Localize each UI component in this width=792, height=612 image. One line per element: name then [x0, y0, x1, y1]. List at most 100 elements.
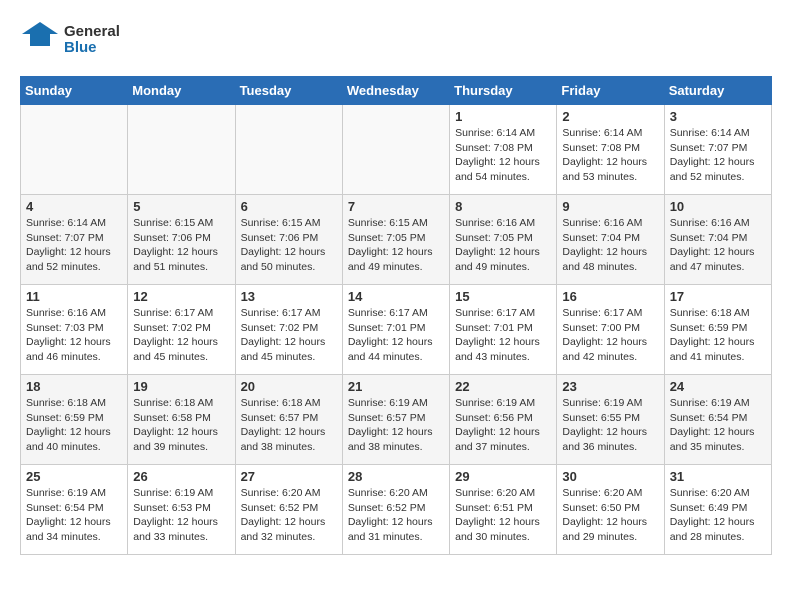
calendar-cell: 26Sunrise: 6:19 AM Sunset: 6:53 PM Dayli… — [128, 465, 235, 555]
calendar-cell: 18Sunrise: 6:18 AM Sunset: 6:59 PM Dayli… — [21, 375, 128, 465]
day-number: 9 — [562, 199, 658, 214]
day-header-tuesday: Tuesday — [235, 77, 342, 105]
week-row-2: 4 Sunrise: 6:14 AM Sunset: 7:07 PM Daylig… — [21, 195, 772, 285]
calendar-cell: 28 Sunrise: 6:20 AM Sunset: 6:52 PM Dayli… — [342, 465, 449, 555]
calendar-cell: 27 Sunrise: 6:20 AM Sunset: 6:52 PM Dayli… — [235, 465, 342, 555]
day-info: Sunrise: 6:15 AM Sunset: 7:06 PM Dayligh… — [241, 216, 337, 275]
calendar-cell: 7Sunrise: 6:15 AM Sunset: 7:05 PM Daylig… — [342, 195, 449, 285]
calendar-cell — [235, 105, 342, 195]
day-info: Sunrise: 6:20 AM Sunset: 6:52 PM Dayligh… — [348, 486, 444, 545]
calendar-cell: 14 Sunrise: 6:17 AM Sunset: 7:01 PM Dayli… — [342, 285, 449, 375]
day-number: 16 — [562, 289, 658, 304]
day-header-sunday: Sunday — [21, 77, 128, 105]
day-info: Sunrise: 6:18 AM Sunset: 6:59 PM Dayligh… — [670, 306, 766, 365]
day-info: Sunrise: 6:16 AM Sunset: 7:04 PM Dayligh… — [562, 216, 658, 275]
calendar-cell: 29Sunrise: 6:20 AM Sunset: 6:51 PM Dayli… — [450, 465, 557, 555]
day-info: Sunrise: 6:20 AM Sunset: 6:49 PM Dayligh… — [670, 486, 766, 545]
day-number: 28 — [348, 469, 444, 484]
day-number: 21 — [348, 379, 444, 394]
calendar-cell: 13 Sunrise: 6:17 AM Sunset: 7:02 PM Dayli… — [235, 285, 342, 375]
day-info: Sunrise: 6:19 AM Sunset: 6:54 PM Dayligh… — [26, 486, 122, 545]
calendar-cell: 6 Sunrise: 6:15 AM Sunset: 7:06 PM Daylig… — [235, 195, 342, 285]
calendar-cell: 9 Sunrise: 6:16 AM Sunset: 7:04 PM Daylig… — [557, 195, 664, 285]
calendar-cell — [342, 105, 449, 195]
calendar-cell: 8Sunrise: 6:16 AM Sunset: 7:05 PM Daylig… — [450, 195, 557, 285]
day-info: Sunrise: 6:14 AM Sunset: 7:08 PM Dayligh… — [562, 126, 658, 185]
day-number: 25 — [26, 469, 122, 484]
calendar-cell: 20 Sunrise: 6:18 AM Sunset: 6:57 PM Dayli… — [235, 375, 342, 465]
day-info: Sunrise: 6:19 AM Sunset: 6:54 PM Dayligh… — [670, 396, 766, 455]
day-info: Sunrise: 6:20 AM Sunset: 6:52 PM Dayligh… — [241, 486, 337, 545]
days-header-row: SundayMondayTuesdayWednesdayThursdayFrid… — [21, 77, 772, 105]
day-info: Sunrise: 6:16 AM Sunset: 7:04 PM Dayligh… — [670, 216, 766, 275]
day-info: Sunrise: 6:15 AM Sunset: 7:06 PM Dayligh… — [133, 216, 229, 275]
calendar-cell: 12 Sunrise: 6:17 AM Sunset: 7:02 PM Dayli… — [128, 285, 235, 375]
day-number: 31 — [670, 469, 766, 484]
day-number: 20 — [241, 379, 337, 394]
day-number: 14 — [348, 289, 444, 304]
day-info: Sunrise: 6:18 AM Sunset: 6:57 PM Dayligh… — [241, 396, 337, 455]
day-header-saturday: Saturday — [664, 77, 771, 105]
day-info: Sunrise: 6:16 AM Sunset: 7:03 PM Dayligh… — [26, 306, 122, 365]
calendar-cell: 15Sunrise: 6:17 AM Sunset: 7:01 PM Dayli… — [450, 285, 557, 375]
day-number: 13 — [241, 289, 337, 304]
logo: GeneralBlue — [20, 20, 120, 60]
calendar-cell: 2Sunrise: 6:14 AM Sunset: 7:08 PM Daylig… — [557, 105, 664, 195]
week-row-5: 25 Sunrise: 6:19 AM Sunset: 6:54 PM Dayli… — [21, 465, 772, 555]
calendar-cell: 19 Sunrise: 6:18 AM Sunset: 6:58 PM Dayli… — [128, 375, 235, 465]
calendar-cell: 16 Sunrise: 6:17 AM Sunset: 7:00 PM Dayli… — [557, 285, 664, 375]
day-info: Sunrise: 6:17 AM Sunset: 7:00 PM Dayligh… — [562, 306, 658, 365]
day-info: Sunrise: 6:19 AM Sunset: 6:57 PM Dayligh… — [348, 396, 444, 455]
day-number: 12 — [133, 289, 229, 304]
day-info: Sunrise: 6:17 AM Sunset: 7:02 PM Dayligh… — [133, 306, 229, 365]
calendar-cell: 3 Sunrise: 6:14 AM Sunset: 7:07 PM Daylig… — [664, 105, 771, 195]
day-number: 5 — [133, 199, 229, 214]
day-info: Sunrise: 6:19 AM Sunset: 6:55 PM Dayligh… — [562, 396, 658, 455]
day-info: Sunrise: 6:20 AM Sunset: 6:50 PM Dayligh… — [562, 486, 658, 545]
day-number: 6 — [241, 199, 337, 214]
calendar-cell: 11 Sunrise: 6:16 AM Sunset: 7:03 PM Dayli… — [21, 285, 128, 375]
day-number: 4 — [26, 199, 122, 214]
calendar-cell: 23 Sunrise: 6:19 AM Sunset: 6:55 PM Dayli… — [557, 375, 664, 465]
day-info: Sunrise: 6:17 AM Sunset: 7:01 PM Dayligh… — [348, 306, 444, 365]
day-number: 26 — [133, 469, 229, 484]
week-row-3: 11 Sunrise: 6:16 AM Sunset: 7:03 PM Dayli… — [21, 285, 772, 375]
calendar-cell — [128, 105, 235, 195]
calendar-cell: 5 Sunrise: 6:15 AM Sunset: 7:06 PM Daylig… — [128, 195, 235, 285]
day-info: Sunrise: 6:18 AM Sunset: 6:59 PM Dayligh… — [26, 396, 122, 455]
calendar-cell: 22 Sunrise: 6:19 AM Sunset: 6:56 PM Dayli… — [450, 375, 557, 465]
day-header-monday: Monday — [128, 77, 235, 105]
day-info: Sunrise: 6:17 AM Sunset: 7:02 PM Dayligh… — [241, 306, 337, 365]
day-number: 11 — [26, 289, 122, 304]
day-header-thursday: Thursday — [450, 77, 557, 105]
day-header-wednesday: Wednesday — [342, 77, 449, 105]
day-number: 17 — [670, 289, 766, 304]
day-number: 19 — [133, 379, 229, 394]
day-number: 1 — [455, 109, 551, 124]
day-number: 7 — [348, 199, 444, 214]
day-info: Sunrise: 6:18 AM Sunset: 6:58 PM Dayligh… — [133, 396, 229, 455]
calendar-table: SundayMondayTuesdayWednesdayThursdayFrid… — [20, 76, 772, 555]
calendar-cell: 30 Sunrise: 6:20 AM Sunset: 6:50 PM Dayli… — [557, 465, 664, 555]
calendar-cell: 10Sunrise: 6:16 AM Sunset: 7:04 PM Dayli… — [664, 195, 771, 285]
day-number: 3 — [670, 109, 766, 124]
calendar-cell: 25 Sunrise: 6:19 AM Sunset: 6:54 PM Dayli… — [21, 465, 128, 555]
day-number: 29 — [455, 469, 551, 484]
logo-icon — [20, 20, 60, 60]
day-header-friday: Friday — [557, 77, 664, 105]
day-info: Sunrise: 6:14 AM Sunset: 7:07 PM Dayligh… — [670, 126, 766, 185]
day-info: Sunrise: 6:16 AM Sunset: 7:05 PM Dayligh… — [455, 216, 551, 275]
calendar-cell: 17 Sunrise: 6:18 AM Sunset: 6:59 PM Dayli… — [664, 285, 771, 375]
day-number: 22 — [455, 379, 551, 394]
day-info: Sunrise: 6:17 AM Sunset: 7:01 PM Dayligh… — [455, 306, 551, 365]
logo-general-text: General — [64, 23, 120, 40]
calendar-cell: 31 Sunrise: 6:20 AM Sunset: 6:49 PM Dayli… — [664, 465, 771, 555]
day-info: Sunrise: 6:19 AM Sunset: 6:56 PM Dayligh… — [455, 396, 551, 455]
day-number: 23 — [562, 379, 658, 394]
day-info: Sunrise: 6:14 AM Sunset: 7:07 PM Dayligh… — [26, 216, 122, 275]
week-row-4: 18Sunrise: 6:18 AM Sunset: 6:59 PM Dayli… — [21, 375, 772, 465]
day-info: Sunrise: 6:14 AM Sunset: 7:08 PM Dayligh… — [455, 126, 551, 185]
header: GeneralBlue — [20, 20, 772, 60]
day-number: 30 — [562, 469, 658, 484]
day-number: 27 — [241, 469, 337, 484]
